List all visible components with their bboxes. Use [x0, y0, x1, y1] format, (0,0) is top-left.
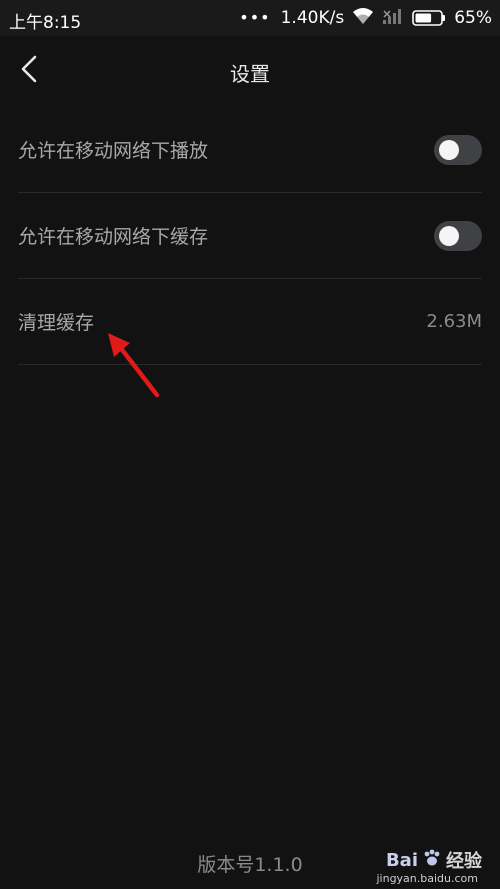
- battery-icon: [412, 10, 446, 26]
- status-right-group: ••• 1.40K/s 65%: [239, 6, 492, 30]
- watermark-url: jingyan.baidu.com: [376, 872, 478, 885]
- status-bar: 上午8:15 ••• 1.40K/s 65%: [0, 0, 500, 36]
- setting-row-clear-cache[interactable]: 清理缓存 2.63M: [18, 279, 482, 365]
- toggle-knob: [439, 225, 459, 246]
- watermark-name: 经验: [446, 851, 482, 872]
- cache-size-value: 2.63M: [426, 311, 482, 332]
- toggle-knob: [439, 139, 459, 160]
- play-on-mobile-toggle[interactable]: [434, 134, 482, 165]
- setting-row-cache-mobile[interactable]: 允许在移动网络下缓存: [18, 193, 482, 279]
- watermark-brand: Bai: [385, 849, 418, 871]
- status-time: 上午8:15: [9, 13, 82, 33]
- page-title: 设置: [230, 62, 270, 86]
- annotation-arrow-icon: [108, 333, 160, 398]
- setting-label: 允许在移动网络下缓存: [18, 226, 209, 248]
- wifi-icon: [352, 7, 374, 30]
- baidu-jingyan-watermark: Bai 经验: [386, 847, 482, 873]
- settings-list: 允许在移动网络下播放 允许在移动网络下缓存 清理缓存 2.63M: [18, 107, 482, 365]
- clear-cache-label: 清理缓存: [18, 312, 95, 334]
- setting-row-play-mobile[interactable]: 允许在移动网络下播放: [18, 107, 482, 193]
- cache-on-mobile-toggle[interactable]: [434, 220, 482, 251]
- setting-label: 允许在移动网络下播放: [18, 140, 209, 162]
- signal-icon: [382, 7, 404, 30]
- network-speed: 1.40K/s: [280, 8, 345, 28]
- more-dots-icon: •••: [239, 8, 271, 27]
- header-bar: 设置: [0, 36, 500, 104]
- paw-icon: [422, 848, 442, 872]
- battery-percent: 65%: [454, 8, 492, 28]
